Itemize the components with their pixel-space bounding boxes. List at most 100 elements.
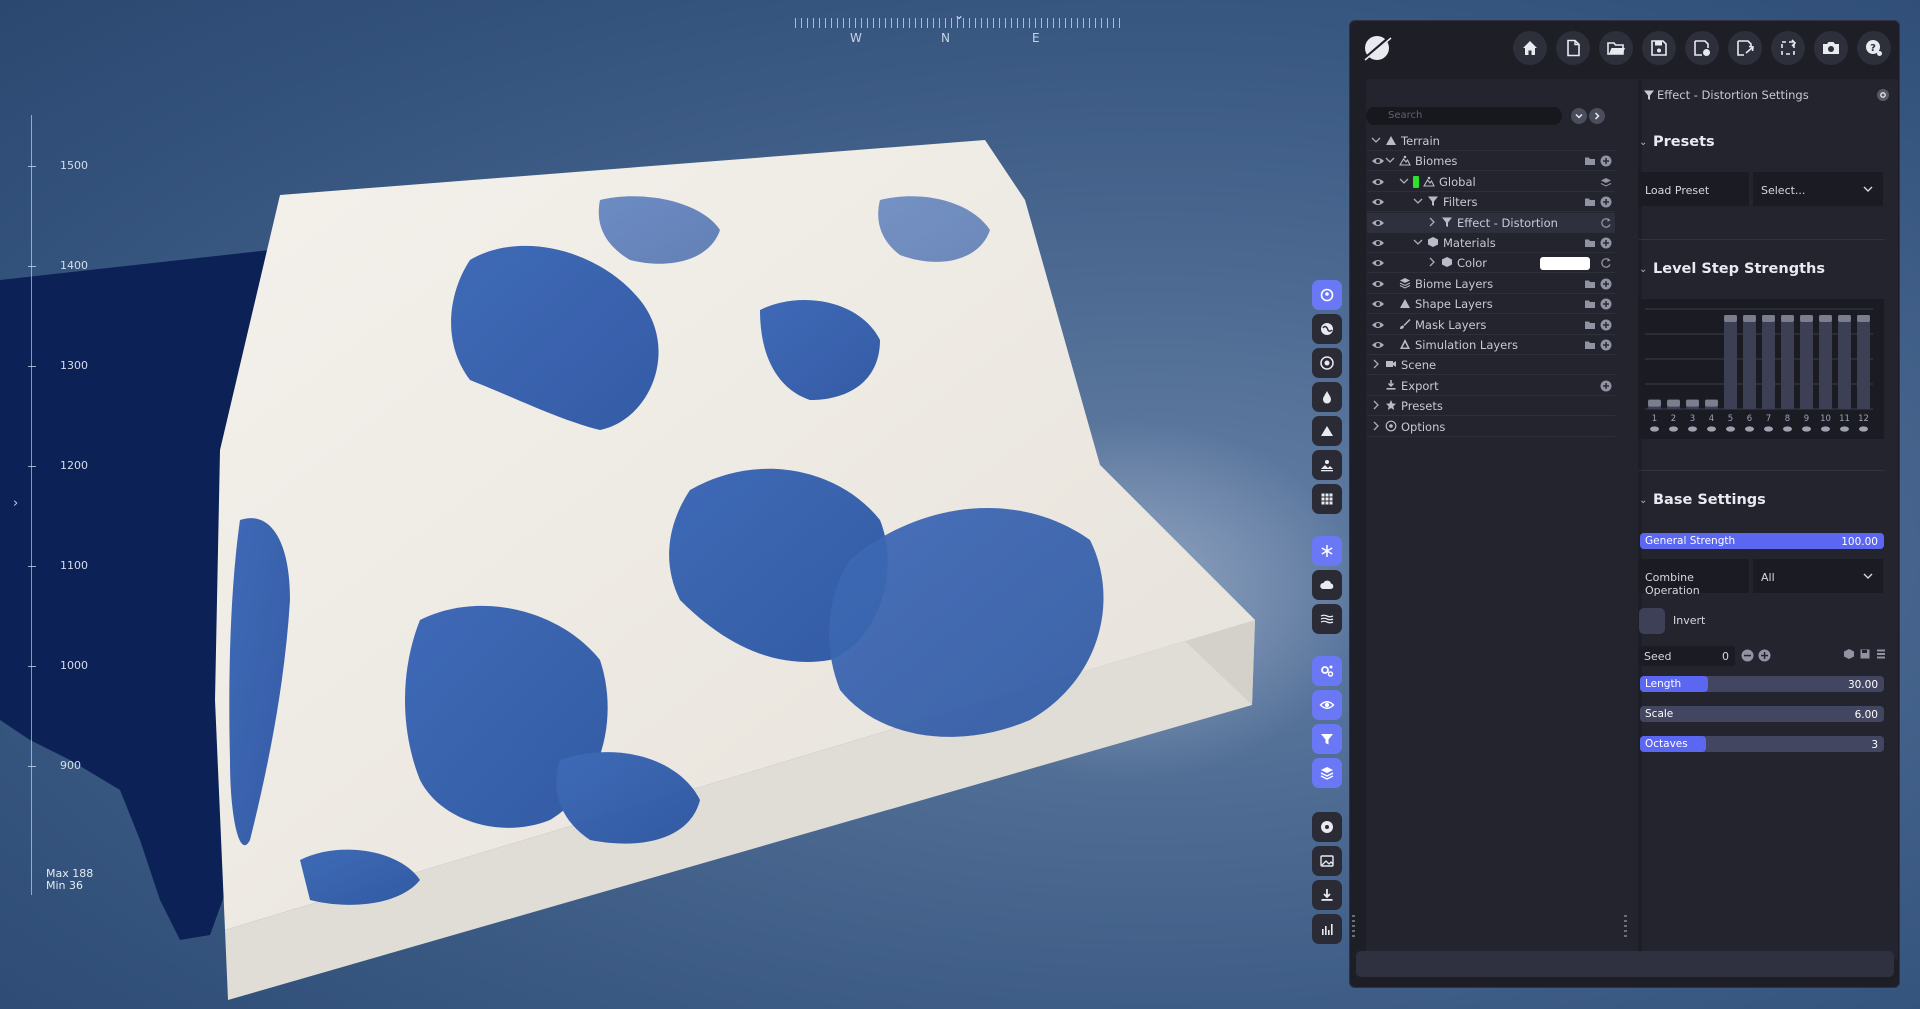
chevron-down-icon[interactable] xyxy=(1413,196,1423,206)
visibility-eye-icon[interactable] xyxy=(1371,176,1385,188)
step-bar-handle[interactable] xyxy=(1667,399,1680,407)
expand-left-icon[interactable]: › xyxy=(13,496,18,511)
preset-select[interactable]: Select... xyxy=(1753,172,1883,206)
step-visibility-eye-icon[interactable] xyxy=(1802,426,1811,432)
tree-item-simulation-layers[interactable]: Simulation Layers xyxy=(1367,335,1615,355)
mountain-tool-button[interactable] xyxy=(1312,416,1342,446)
chevron-right-icon[interactable] xyxy=(1371,400,1381,410)
octaves-slider[interactable]: Octaves 3 xyxy=(1640,736,1884,752)
step-visibility-eye-icon[interactable] xyxy=(1688,426,1697,432)
visibility-eye-icon[interactable] xyxy=(1371,237,1385,249)
tree-item-effect-distortion[interactable]: Effect - Distortion xyxy=(1367,212,1615,233)
tree-item-global[interactable]: Global xyxy=(1367,172,1615,192)
export-file-button[interactable] xyxy=(1728,31,1762,65)
level-step-chart-svg[interactable]: 1 2 3 4 5 6 7 8 9 10 11 12 xyxy=(1639,299,1884,439)
add-icon[interactable] xyxy=(1600,380,1612,392)
save-as-button[interactable] xyxy=(1685,31,1719,65)
sync-icon[interactable] xyxy=(1600,217,1612,229)
add-icon[interactable] xyxy=(1600,155,1612,167)
general-strength-slider[interactable]: General Strength 100.00 xyxy=(1640,533,1884,549)
step-bar-handle[interactable] xyxy=(1781,315,1794,322)
chevron-down-icon[interactable] xyxy=(1385,155,1395,165)
search-input[interactable]: Search xyxy=(1366,107,1562,125)
waves-tool-button[interactable] xyxy=(1312,604,1342,634)
add-icon[interactable] xyxy=(1600,319,1612,331)
step-bar[interactable] xyxy=(1724,315,1737,409)
chevron-down-icon[interactable] xyxy=(1399,176,1409,186)
step-visibility-eye-icon[interactable] xyxy=(1745,426,1754,432)
step-bar-handle[interactable] xyxy=(1762,315,1775,322)
layers-icon[interactable] xyxy=(1600,176,1612,188)
visibility-eye-icon[interactable] xyxy=(1371,196,1385,208)
level-steps-chevron-icon[interactable]: ⌄ xyxy=(1639,264,1647,275)
folder-icon[interactable] xyxy=(1584,319,1596,331)
target-tool-button[interactable] xyxy=(1312,348,1342,378)
settings-gear-icon[interactable] xyxy=(1876,88,1890,102)
screenshot-button[interactable] xyxy=(1814,31,1848,65)
step-bar[interactable] xyxy=(1857,315,1870,409)
sync-icon[interactable] xyxy=(1600,257,1612,269)
folder-icon[interactable] xyxy=(1584,196,1596,208)
open-folder-button[interactable] xyxy=(1599,31,1633,65)
step-bar[interactable] xyxy=(1781,315,1794,409)
expand-all-button[interactable] xyxy=(1589,108,1605,124)
scale-slider[interactable]: Scale 6.00 xyxy=(1640,706,1884,722)
tree-item-export[interactable]: Export xyxy=(1367,376,1615,396)
snow-tool-button[interactable] xyxy=(1312,536,1342,566)
step-bar-handle[interactable] xyxy=(1800,315,1813,322)
save-button[interactable] xyxy=(1642,31,1676,65)
step-visibility-eye-icon[interactable] xyxy=(1821,426,1830,432)
step-visibility-eye-icon[interactable] xyxy=(1650,426,1659,432)
add-icon[interactable] xyxy=(1600,278,1612,290)
add-icon[interactable] xyxy=(1600,196,1612,208)
landscape-tool-button[interactable] xyxy=(1312,450,1342,480)
tree-item-biomes[interactable]: Biomes xyxy=(1367,151,1615,172)
tree-item-materials[interactable]: Materials xyxy=(1367,233,1615,253)
step-bar-handle[interactable] xyxy=(1819,315,1832,322)
tree-item-color[interactable]: Color xyxy=(1367,253,1615,274)
step-visibility-eye-icon[interactable] xyxy=(1783,426,1792,432)
color-swatch[interactable] xyxy=(1540,257,1590,271)
step-visibility-eye-icon[interactable] xyxy=(1726,426,1735,432)
tree-item-shape-layers[interactable]: Shape Layers xyxy=(1367,294,1615,315)
image-tool-button[interactable] xyxy=(1312,846,1342,876)
step-bar-handle[interactable] xyxy=(1857,315,1870,322)
tree-item-filters[interactable]: Filters xyxy=(1367,192,1615,213)
chevron-right-icon[interactable] xyxy=(1371,359,1381,369)
random-seed-icon[interactable] xyxy=(1843,648,1855,660)
help-button[interactable]: ? xyxy=(1857,31,1891,65)
step-bar-handle[interactable] xyxy=(1705,399,1718,407)
tree-item-biome-layers[interactable]: Biome Layers xyxy=(1367,274,1615,294)
save-seed-icon[interactable] xyxy=(1859,648,1871,660)
seed-decrement-icon[interactable] xyxy=(1741,649,1754,662)
step-bar-handle[interactable] xyxy=(1686,399,1699,407)
settings-resize-handle[interactable] xyxy=(1624,915,1627,937)
step-visibility-eye-icon[interactable] xyxy=(1859,426,1868,432)
visibility-button[interactable] xyxy=(1312,690,1342,720)
visibility-eye-icon[interactable] xyxy=(1371,339,1385,351)
layers-button[interactable] xyxy=(1312,758,1342,788)
tree-item-scene[interactable]: Scene xyxy=(1367,355,1615,376)
step-bar[interactable] xyxy=(1743,315,1756,409)
step-visibility-eye-icon[interactable] xyxy=(1707,426,1716,432)
seed-increment-icon[interactable] xyxy=(1758,649,1771,662)
planet-tool-button[interactable] xyxy=(1312,280,1342,310)
visibility-eye-icon[interactable] xyxy=(1371,257,1385,269)
level-step-chart[interactable]: 1 2 3 4 5 6 7 8 9 10 11 12 xyxy=(1639,299,1884,439)
globe-tool-button[interactable] xyxy=(1312,314,1342,344)
visibility-eye-icon[interactable] xyxy=(1371,278,1385,290)
folder-icon[interactable] xyxy=(1584,339,1596,351)
chevron-right-icon[interactable] xyxy=(1427,217,1437,227)
home-button[interactable] xyxy=(1513,31,1547,65)
visibility-eye-icon[interactable] xyxy=(1371,298,1385,310)
visibility-eye-icon[interactable] xyxy=(1371,155,1385,167)
length-slider[interactable]: Length 30.00 xyxy=(1640,676,1884,692)
new-file-button[interactable] xyxy=(1556,31,1590,65)
tree-item-options[interactable]: Options xyxy=(1367,417,1615,437)
seed-list-icon[interactable] xyxy=(1875,648,1887,660)
step-bar-handle[interactable] xyxy=(1648,399,1661,407)
step-bar[interactable] xyxy=(1819,315,1832,409)
chevron-right-icon[interactable] xyxy=(1427,257,1437,267)
disc-tool-button[interactable] xyxy=(1312,812,1342,842)
add-icon[interactable] xyxy=(1600,298,1612,310)
